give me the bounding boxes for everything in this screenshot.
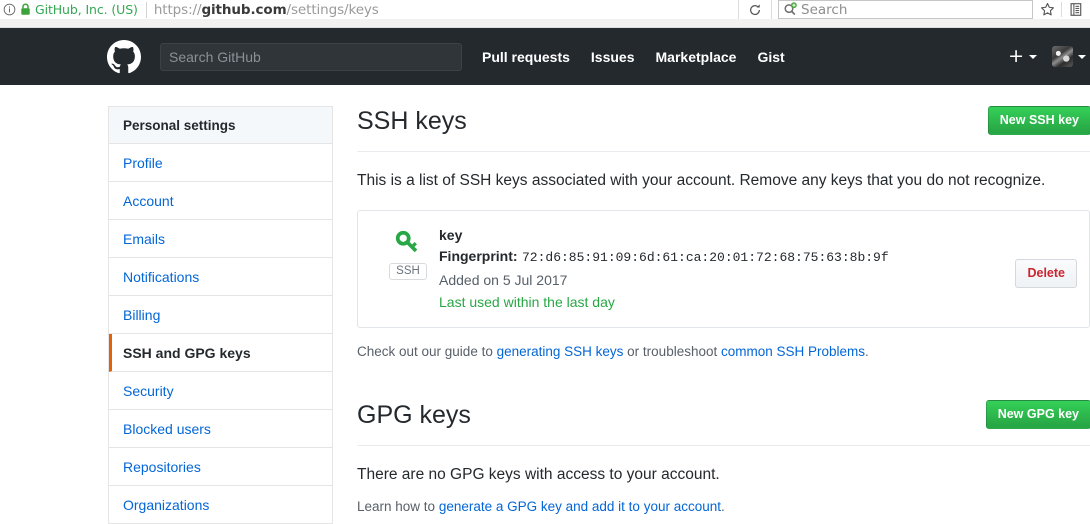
sidebar-item-organizations[interactable]: Organizations: [109, 486, 332, 524]
guide-prefix: Check out our guide to: [357, 344, 497, 359]
gpg-learn-line: Learn how to generate a GPG key and add …: [357, 499, 1090, 514]
sidebar-item-label: Notifications: [123, 268, 200, 285]
sidebar-item-label: Security: [123, 382, 174, 399]
sidebar-item-label: SSH and GPG keys: [123, 344, 251, 361]
nav-marketplace[interactable]: Marketplace: [656, 49, 737, 65]
create-new-menu[interactable]: +: [1008, 47, 1037, 66]
settings-sidebar: Personal settings Profile Account Emails…: [108, 106, 333, 524]
sidebar-item-label: Billing: [123, 306, 161, 323]
gpg-page-title: GPG keys: [357, 401, 471, 429]
sidebar-item-blocked-users[interactable]: Blocked users: [109, 410, 332, 448]
new-ssh-key-button[interactable]: New SSH key: [987, 106, 1090, 135]
github-header-right: +: [1008, 46, 1090, 67]
github-nav: Pull requests Issues Marketplace Gist: [482, 49, 806, 65]
ssh-key-details: key Fingerprint: 72:d6:85:91:09:6d:61:ca…: [439, 224, 1089, 313]
url-divider: [145, 1, 147, 18]
gpg-empty-text: There are no GPG keys with access to you…: [357, 466, 720, 483]
ssh-key-name: key: [439, 227, 463, 243]
ssh-key-fingerprint-label: Fingerprint:: [439, 248, 518, 264]
browser-search-box[interactable]: Search: [778, 0, 1033, 19]
info-circle-icon[interactable]: [3, 3, 16, 16]
ssh-key-fingerprint-value: 72:d6:85:91:09:6d:61:ca:20:01:72:68:75:6…: [522, 250, 889, 265]
plus-icon: +: [1008, 45, 1024, 67]
star-icon: [1040, 2, 1054, 16]
ssh-badge: SSH: [389, 263, 427, 280]
library-button[interactable]: [1062, 0, 1090, 19]
delete-ssh-key-button[interactable]: Delete: [1015, 259, 1077, 288]
learn-suffix: .: [721, 499, 725, 514]
guide-middle: or troubleshoot: [623, 344, 721, 359]
guide-suffix: .: [865, 344, 869, 359]
sidebar-item-label: Account: [123, 192, 174, 209]
ssh-keys-intro: This is a list of SSH keys associated wi…: [357, 172, 1046, 189]
sidebar-item-profile[interactable]: Profile: [109, 144, 332, 182]
gpg-keys-section-header: GPG keys New GPG key: [357, 398, 1090, 446]
github-search-input[interactable]: Search GitHub: [160, 42, 462, 71]
site-identity-button[interactable]: GitHub, Inc. (US): [0, 0, 138, 19]
nav-issues[interactable]: Issues: [591, 49, 635, 65]
ssh-key-badge-column: SSH: [377, 224, 439, 313]
ssh-key-inner: SSH key Fingerprint: 72:d6:85:91:09:6d:6…: [358, 224, 1089, 313]
library-icon: [1070, 3, 1082, 16]
sidebar-item-account[interactable]: Account: [109, 182, 332, 220]
chevron-down-icon: [1029, 54, 1037, 59]
generating-ssh-keys-link[interactable]: generating SSH keys: [497, 344, 624, 359]
ssh-keys-section-header: SSH keys New SSH key: [357, 104, 1090, 152]
search-add-icon: [783, 2, 798, 17]
ssh-key-fingerprint-row: Fingerprint: 72:d6:85:91:09:6d:61:ca:20:…: [439, 245, 1089, 269]
ssh-key-added-date: Added on 5 Jul 2017: [439, 272, 568, 288]
url-bar[interactable]: https://github.com/settings/keys: [154, 2, 379, 18]
bookmark-button[interactable]: [1033, 0, 1061, 19]
sidebar-item-label: Blocked users: [123, 420, 211, 437]
nav-gist[interactable]: Gist: [757, 49, 784, 65]
sidebar-item-label: Organizations: [123, 496, 210, 513]
avatar[interactable]: [1052, 46, 1073, 67]
sidebar-item-billing[interactable]: Billing: [109, 296, 332, 334]
browser-search-placeholder: Search: [801, 1, 848, 18]
reload-icon: [750, 3, 760, 15]
gpg-keys-section: GPG keys New GPG key There are no GPG ke…: [357, 398, 1090, 514]
sidebar-header: Personal settings: [109, 107, 332, 144]
nav-pull-requests[interactable]: Pull requests: [482, 49, 570, 65]
sidebar-item-security[interactable]: Security: [109, 372, 332, 410]
sidebar-item-label: Emails: [123, 230, 166, 247]
settings-main: SSH keys New SSH key This is a list of S…: [357, 85, 1090, 514]
new-gpg-key-button[interactable]: New GPG key: [985, 400, 1090, 429]
github-octocat-logo[interactable]: [107, 39, 141, 74]
reload-button[interactable]: [738, 0, 772, 19]
browser-toolbar: GitHub, Inc. (US) https://github.com/set…: [0, 0, 1090, 19]
ssh-guide-line: Check out our guide to generating SSH ke…: [357, 344, 1090, 359]
ssh-key-last-used: Last used within the last day: [439, 294, 615, 310]
github-search-placeholder: Search GitHub: [169, 48, 261, 65]
page-title: SSH keys: [357, 107, 467, 135]
sidebar-item-notifications[interactable]: Notifications: [109, 258, 332, 296]
sidebar-item-emails[interactable]: Emails: [109, 220, 332, 258]
sidebar-header-label: Personal settings: [123, 117, 236, 133]
sidebar-item-label: Repositories: [123, 458, 201, 475]
padlock-icon: [20, 3, 31, 16]
browser-chrome-strip: [0, 19, 1090, 28]
common-ssh-problems-link[interactable]: common SSH Problems: [721, 344, 865, 359]
sidebar-item-repositories[interactable]: Repositories: [109, 448, 332, 486]
generate-gpg-key-link[interactable]: generate a GPG key and add it to your ac…: [439, 499, 721, 514]
github-header: Search GitHub Pull requests Issues Marke…: [0, 28, 1090, 85]
site-identity-label: GitHub, Inc. (US): [35, 2, 138, 17]
chevron-down-icon[interactable]: [1078, 54, 1086, 59]
page-body: Personal settings Profile Account Emails…: [0, 85, 1090, 524]
sidebar-item-ssh-and-gpg-keys[interactable]: SSH and GPG keys: [109, 334, 332, 372]
url-domain: github.com: [201, 1, 287, 18]
key-icon: [393, 228, 423, 258]
learn-prefix: Learn how to: [357, 499, 439, 514]
url-path: /settings/keys: [286, 1, 379, 18]
url-prefix: https://: [153, 1, 202, 18]
sidebar-item-label: Profile: [123, 154, 163, 171]
ssh-key-card: SSH key Fingerprint: 72:d6:85:91:09:6d:6…: [357, 210, 1090, 328]
